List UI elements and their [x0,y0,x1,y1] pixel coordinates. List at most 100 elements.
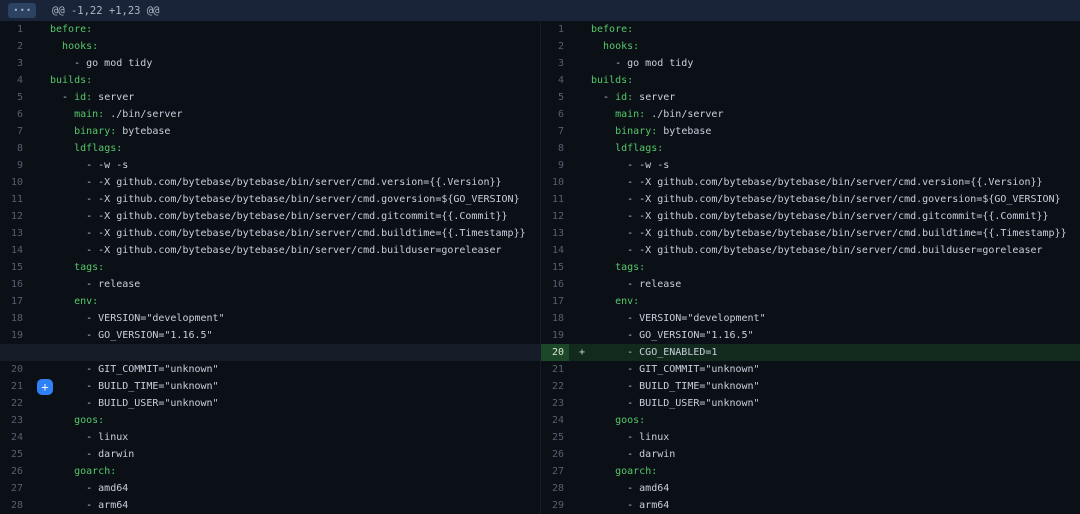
code-text-token: - darwin [50,449,134,460]
gutter-marker-cell [569,378,591,395]
line-code: main: ./bin/server [591,106,1080,123]
line-number-old[interactable]: 16 [0,276,28,293]
line-number-new[interactable]: 1 [541,21,569,38]
line-number-new[interactable]: 14 [541,242,569,259]
line-number-new[interactable]: 27 [541,463,569,480]
code-text-token [591,126,615,137]
line-number-new[interactable]: 23 [541,395,569,412]
yaml-key-token: goos: [615,415,645,426]
line-number-old[interactable]: 20 [0,361,28,378]
line-number-old[interactable]: 24 [0,429,28,446]
line-number-new[interactable]: 16 [541,276,569,293]
line-number-old[interactable]: 18 [0,310,28,327]
diff-row-old: 3 - go mod tidy [0,55,540,72]
line-number-new[interactable]: 28 [541,480,569,497]
line-number-old[interactable]: 5 [0,89,28,106]
line-number-new[interactable]: 18 [541,310,569,327]
gutter-marker-cell [28,497,50,514]
line-number-new[interactable]: 15 [541,259,569,276]
code-text-token: - BUILD_USER="unknown" [50,398,219,409]
line-number-old[interactable]: 4 [0,72,28,89]
line-number-old[interactable]: 19 [0,327,28,344]
line-number-old[interactable]: 14 [0,242,28,259]
yaml-key-token: hooks: [603,41,639,52]
diff-row-old: 9 - -w -s [0,157,540,174]
diff-row-new: 14 - -X github.com/bytebase/bytebase/bin… [541,242,1080,259]
line-number-old[interactable]: 9 [0,157,28,174]
line-number-old[interactable]: 3 [0,55,28,72]
line-number-old[interactable]: 21 [0,378,28,395]
added-marker: + [569,344,591,361]
diff-row-new: 27 goarch: [541,463,1080,480]
gutter-marker-cell [569,412,591,429]
line-number-old[interactable]: 28 [0,497,28,514]
line-number-old[interactable]: 17 [0,293,28,310]
line-number-new[interactable]: 20 [541,344,569,361]
line-number-old[interactable]: 12 [0,208,28,225]
line-number-new[interactable]: 21 [541,361,569,378]
line-number-new[interactable]: 7 [541,123,569,140]
gutter-marker-cell [569,446,591,463]
line-number-new[interactable]: 17 [541,293,569,310]
line-number-old[interactable]: 26 [0,463,28,480]
code-text-token: ./bin/server [645,109,723,120]
line-number-new[interactable]: 22 [541,378,569,395]
empty-line-placeholder [0,344,540,361]
line-number-old[interactable]: 22 [0,395,28,412]
line-number-new[interactable]: 19 [541,327,569,344]
line-number-new[interactable]: 25 [541,429,569,446]
line-number-old[interactable]: 27 [0,480,28,497]
gutter-marker-cell [569,208,591,225]
line-number-old[interactable]: 7 [0,123,28,140]
diff-row-old: 11 - -X github.com/bytebase/bytebase/bin… [0,191,540,208]
line-number-old[interactable]: 15 [0,259,28,276]
line-number-new[interactable]: 6 [541,106,569,123]
gutter-marker-cell [569,480,591,497]
gutter-marker-cell [569,38,591,55]
line-number-old[interactable]: 13 [0,225,28,242]
line-number-new[interactable]: 12 [541,208,569,225]
line-number-new[interactable]: 24 [541,412,569,429]
line-code: goos: [591,412,1080,429]
gutter-marker-cell [28,259,50,276]
line-number-old[interactable]: 6 [0,106,28,123]
line-number-old[interactable]: 1 [0,21,28,38]
gutter-marker-cell [569,174,591,191]
diff-row-new: 29 - arm64 [541,497,1080,514]
code-text-token: - BUILD_TIME="unknown" [591,381,760,392]
diff-view: ••• @@ -1,22 +1,23 @@ 1before:2 hooks:3 … [0,0,1080,514]
line-number-old[interactable]: 8 [0,140,28,157]
diff-row-old: 1before: [0,21,540,38]
diff-row-old: 6 main: ./bin/server [0,106,540,123]
line-number-old[interactable]: 2 [0,38,28,55]
line-code: env: [50,293,540,310]
line-number-old[interactable]: 25 [0,446,28,463]
diff-row-old: 12 - -X github.com/bytebase/bytebase/bin… [0,208,540,225]
line-code: - linux [50,429,540,446]
gutter-marker-cell [569,21,591,38]
line-number-new[interactable]: 10 [541,174,569,191]
line-number-old[interactable]: 11 [0,191,28,208]
line-number-old[interactable]: 10 [0,174,28,191]
line-number-old[interactable]: 23 [0,412,28,429]
line-code: - GIT_COMMIT="unknown" [50,361,540,378]
line-number-new[interactable]: 4 [541,72,569,89]
line-code: - go mod tidy [50,55,540,72]
diff-row-new: 3 - go mod tidy [541,55,1080,72]
diff-row-new: 22 - BUILD_TIME="unknown" [541,378,1080,395]
diff-row-old: 19 - GO_VERSION="1.16.5" [0,327,540,344]
line-number-new[interactable]: 9 [541,157,569,174]
line-number-new[interactable]: 13 [541,225,569,242]
line-number-new[interactable]: 2 [541,38,569,55]
line-number-new[interactable]: 11 [541,191,569,208]
line-number-new[interactable]: 5 [541,89,569,106]
expand-diff-button[interactable]: ••• [8,3,36,18]
diff-row-new: 9 - -w -s [541,157,1080,174]
line-number-new[interactable]: 29 [541,497,569,514]
line-number-new[interactable]: 26 [541,446,569,463]
diff-row-new: 6 main: ./bin/server [541,106,1080,123]
code-text-token: - -X github.com/bytebase/bytebase/bin/se… [591,228,1067,239]
line-number-new[interactable]: 3 [541,55,569,72]
code-text-token [591,296,615,307]
line-number-new[interactable]: 8 [541,140,569,157]
